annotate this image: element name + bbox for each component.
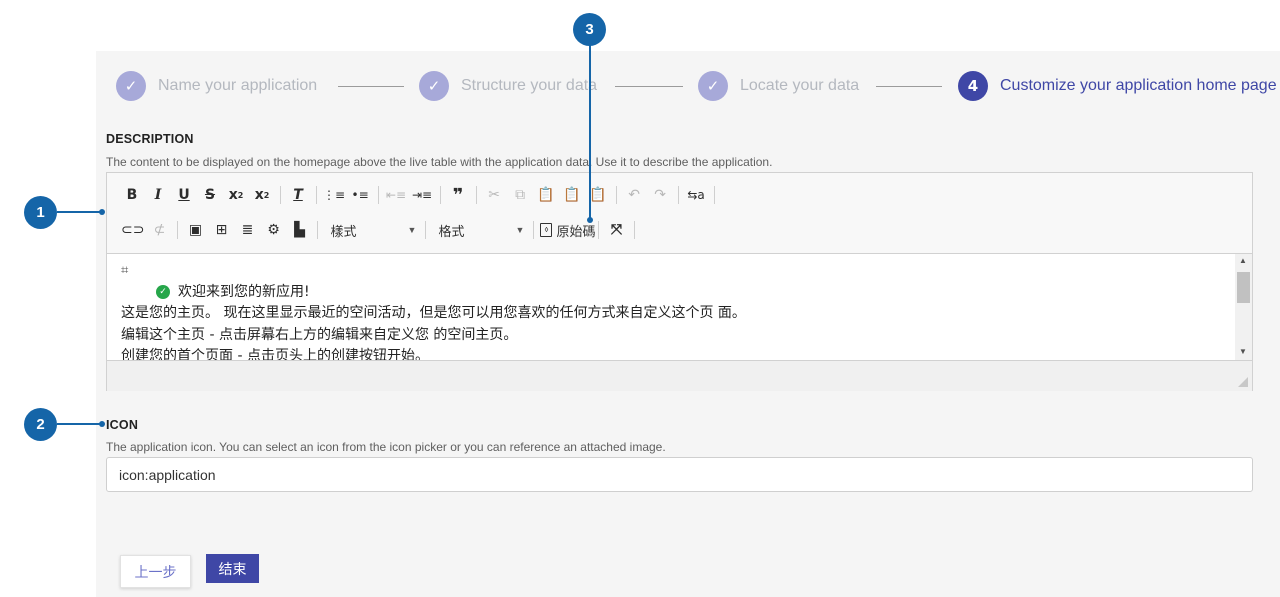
image-icon[interactable]: ▣ [184,218,206,242]
widget-handle-icon[interactable]: ⌗ [121,260,1223,282]
step-check-icon: ✓ [116,71,146,101]
step-label: Structure your data [461,77,598,94]
subscript-icon[interactable]: x2 [225,183,247,207]
previous-button[interactable]: 上一步 [120,555,191,588]
toolbar-separator [425,221,427,239]
link-icon[interactable]: ⊂⊃ [121,218,144,242]
toolbar-separator [634,221,636,239]
numbered-list-icon[interactable]: ⋮≡ [323,183,345,207]
step-locate-data[interactable]: ✓ Locate your data [698,71,859,101]
step-number: 4 [958,71,988,101]
toolbar-row-2: ⊂⊃ ⊄ ▣ ⊞ ≣ ⚙ ▙ 樣式 ▼ 格式 ▼ ◊ 原始碼 ⤧ [121,218,641,242]
unlink-icon[interactable]: ⊄ [148,218,170,242]
page: ✓ Name your application ✓ Structure your… [0,0,1280,597]
scroll-up-icon[interactable]: ▲ [1239,256,1247,265]
welcome-text: 欢迎来到您的新应用! [178,283,310,300]
toolbar-separator [678,186,680,204]
scroll-down-icon[interactable]: ▼ [1239,347,1247,356]
step-connector [338,86,404,87]
step-structure-data[interactable]: ✓ Structure your data [419,71,597,101]
callout-leader [57,211,102,213]
toolbar-separator [616,186,618,204]
cut-icon[interactable]: ✂ [483,183,505,207]
bold-icon[interactable]: B [121,183,143,207]
blockquote-icon[interactable]: ❞ [447,183,469,207]
toolbar-separator [317,221,319,239]
scrollbar-thumb[interactable] [1237,272,1250,303]
style-dropdown[interactable]: 樣式 ▼ [324,218,422,242]
strikethrough-icon[interactable]: S [199,183,221,207]
toolbar-separator [316,186,317,204]
success-check-icon: ✓ [156,285,170,300]
toolbar-row-1: B I U S x2 x2 T ⋮≡ •≡ ⇤≡ ⇥≡ ❞ ✂ ⧉ 📋 📋 📋 … [121,183,721,207]
underline-icon[interactable]: U [173,183,195,207]
chevron-down-icon: ▼ [407,225,417,235]
remove-format-icon[interactable]: T [287,183,309,207]
format-dropdown[interactable]: 格式 ▼ [432,218,530,242]
indent-icon[interactable]: ⇥≡ [411,183,433,207]
description-hint: The content to be displayed on the homep… [106,155,773,169]
content-line: 创建您的首个页面 - 点击页头上的创建按钮开始。 [121,348,429,360]
format-dropdown-label: 格式 [438,223,465,239]
callout-badge-3: 3 [573,13,606,46]
bulleted-list-icon[interactable]: •≡ [349,183,371,207]
redo-icon[interactable]: ↷ [649,183,671,207]
callout-dot [99,421,105,427]
toolbar-separator [598,221,600,239]
source-doc-icon: ◊ [540,223,553,237]
editor-content[interactable]: ⌗ ✓ 欢迎来到您的新应用! 这是您的主页。 现在这里显示最近的空间活动，但是您… [107,254,1237,360]
editor-toolbar: B I U S x2 x2 T ⋮≡ •≡ ⇤≡ ⇥≡ ❞ ✂ ⧉ 📋 📋 📋 … [107,173,1252,254]
editor-scrollbar[interactable]: ▲ ▼ [1235,254,1252,360]
outdent-icon[interactable]: ⇤≡ [385,183,407,207]
undo-icon[interactable]: ↶ [623,183,645,207]
paste-icon[interactable]: 📋 [535,183,557,207]
callout-leader [57,423,102,425]
content-line: 这是您的主页。 现在这里显示最近的空间活动，但是您可以用您喜欢的任何方式来自定义… [121,305,746,321]
toolbar-separator [533,221,535,239]
callout-badge-1: 1 [24,196,57,229]
icon-title: ICON [106,418,139,432]
attachment-file-icon[interactable]: ▙ [288,218,310,242]
toolbar-separator [476,186,478,204]
toolbar-separator [177,221,179,239]
step-check-icon: ✓ [698,71,728,101]
step-name-application[interactable]: ✓ Name your application [116,71,317,101]
paste-text-icon[interactable]: 📋 [561,183,583,207]
welcome-line: ✓ 欢迎来到您的新应用! [121,282,1223,304]
finish-button[interactable]: 结束 [206,554,259,583]
resize-handle-icon[interactable] [1238,377,1248,387]
toolbar-separator [714,186,716,204]
icon-input[interactable] [106,457,1253,492]
rich-text-editor[interactable]: B I U S x2 x2 T ⋮≡ •≡ ⇤≡ ⇥≡ ❞ ✂ ⧉ 📋 📋 📋 … [106,172,1253,391]
macro-gear-icon[interactable]: ⚙ [262,218,284,242]
step-label: Name your application [158,77,318,94]
editor-statusbar [107,360,1252,391]
horizontal-line-icon[interactable]: ≣ [236,218,258,242]
step-customize-home[interactable]: 4 Customize your application home page [958,71,1277,101]
description-title: DESCRIPTION [106,132,194,146]
step-label: Customize your application home page [1000,77,1277,94]
callout-dot [99,209,105,215]
chevron-down-icon: ▼ [515,225,525,235]
find-replace-icon[interactable]: ⇆a [685,183,707,207]
toolbar-separator [440,186,442,204]
callout-badge-2: 2 [24,408,57,441]
toolbar-separator [378,186,380,204]
italic-icon[interactable]: I [147,183,169,207]
table-icon[interactable]: ⊞ [210,218,232,242]
step-label: Locate your data [740,77,860,94]
copy-icon[interactable]: ⧉ [509,183,531,207]
step-connector [615,86,683,87]
toolbar-separator [280,186,281,204]
icon-hint: The application icon. You can select an … [106,440,666,454]
content-line: 编辑这个主页 - 点击屏幕右上方的编辑来自定义您 的空间主页。 [121,326,518,343]
superscript-icon[interactable]: x2 [251,183,273,207]
callout-dot [587,217,593,223]
style-dropdown-label: 樣式 [330,223,357,239]
maximize-icon[interactable]: ⤧ [605,218,627,242]
callout-leader [589,44,591,220]
step-check-icon: ✓ [419,71,449,101]
source-label: 原始碼 [556,223,596,239]
step-connector [876,86,942,87]
